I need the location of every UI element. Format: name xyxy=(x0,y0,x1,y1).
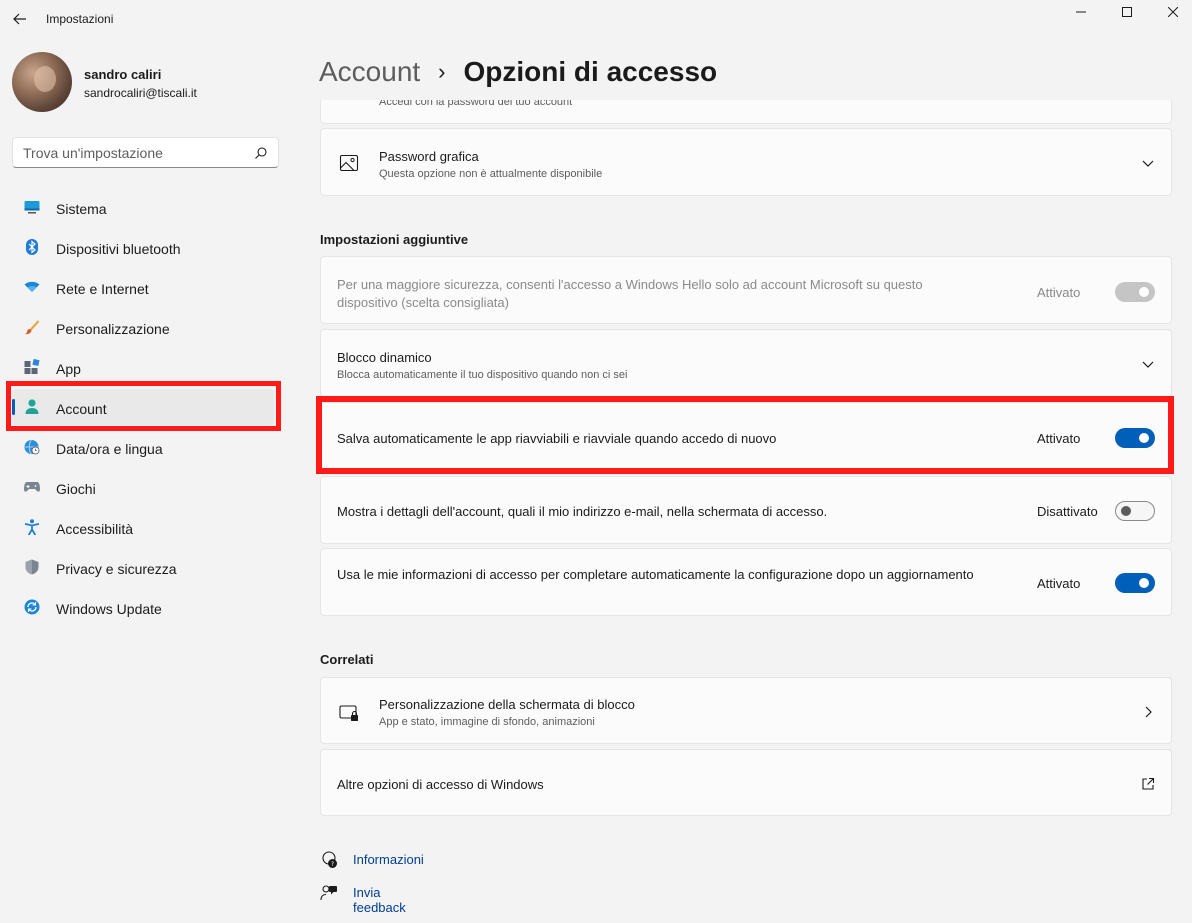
use-signin-info-state: Attivato xyxy=(1037,576,1081,591)
avatar[interactable] xyxy=(12,52,72,112)
shield-icon xyxy=(24,559,40,575)
section-heading-related: Correlati xyxy=(320,652,374,667)
sidebar-item-privacy[interactable]: Privacy e sicurezza xyxy=(12,549,274,585)
section-heading-additional: Impostazioni aggiuntive xyxy=(320,232,469,247)
sidebar-item-label: Rete e Internet xyxy=(56,281,149,297)
password-card-desc: Accedi con la password del tuo account xyxy=(379,100,573,108)
sidebar-item-label: Dispositivi bluetooth xyxy=(56,241,181,257)
account-details-toggle[interactable] xyxy=(1115,501,1155,521)
sidebar-item-accessibilita[interactable]: Accessibilità xyxy=(12,509,274,545)
sidebar-item-personalizzazione[interactable]: Personalizzazione xyxy=(12,309,274,345)
sidebar-item-label: Privacy e sicurezza xyxy=(56,561,177,577)
breadcrumb-separator: › xyxy=(438,59,446,84)
hello-only-state: Attivato xyxy=(1037,285,1081,300)
toggle-knob xyxy=(1139,578,1149,588)
toggle-knob xyxy=(1139,287,1149,297)
account-details-title: Mostra i dettagli dell'account, quali il… xyxy=(337,504,828,519)
use-signin-info-card[interactable]: Usa le mie informazioni di accesso per c… xyxy=(320,548,1172,616)
chevron-down-icon[interactable] xyxy=(1141,156,1155,170)
sidebar-item-label: Windows Update xyxy=(56,601,162,617)
user-email: sandrocaliri@tiscali.it xyxy=(84,86,197,100)
sidebar-item-label: App xyxy=(56,361,81,377)
help-link-label[interactable]: Informazioni xyxy=(353,852,424,867)
user-name: sandro caliri xyxy=(84,67,162,82)
back-arrow-icon xyxy=(13,13,26,25)
search-box[interactable] xyxy=(12,137,279,168)
sidebar-item-rete[interactable]: Rete e Internet xyxy=(12,269,274,305)
picture-password-title: Password grafica xyxy=(379,149,479,164)
wifi-icon xyxy=(24,279,40,295)
sidebar-item-label: Data/ora e lingua xyxy=(56,441,163,457)
sidebar-item-sistema[interactable]: Sistema xyxy=(12,189,274,225)
title-bar: Impostazioni xyxy=(0,0,1192,38)
sidebar-item-label: Personalizzazione xyxy=(56,321,170,337)
lock-screen-card[interactable]: Personalizzazione della schermata di blo… xyxy=(320,677,1172,744)
sidebar-item-app[interactable]: App xyxy=(12,349,274,385)
account-highlight-box xyxy=(6,381,281,431)
apps-icon xyxy=(24,359,40,375)
svg-text:?: ? xyxy=(331,861,334,868)
picture-icon xyxy=(339,154,359,172)
lock-screen-title: Personalizzazione della schermata di blo… xyxy=(379,697,635,712)
account-details-state: Disattivato xyxy=(1037,504,1098,519)
lock-screen-icon xyxy=(339,705,358,721)
sidebar-item-giochi[interactable]: Giochi xyxy=(12,469,274,505)
restart-apps-highlight-box xyxy=(316,396,1174,474)
bluetooth-icon xyxy=(24,239,40,255)
lock-screen-desc: App e stato, immagine di sfondo, animazi… xyxy=(379,716,595,728)
sidebar-item-bluetooth[interactable]: Dispositivi bluetooth xyxy=(12,229,274,265)
breadcrumb: Account › Opzioni di accesso xyxy=(319,52,717,92)
maximize-button[interactable] xyxy=(1104,0,1150,24)
accessibility-icon xyxy=(24,519,40,535)
brush-icon xyxy=(24,319,40,335)
maximize-icon xyxy=(1122,7,1132,17)
use-signin-info-title: Usa le mie informazioni di accesso per c… xyxy=(337,567,974,582)
picture-password-desc: Questa opzione non è attualmente disponi… xyxy=(379,168,603,180)
monitor-icon xyxy=(24,199,40,215)
close-icon xyxy=(1168,7,1178,17)
search-icon[interactable] xyxy=(254,146,268,160)
dynamic-lock-card[interactable]: Blocco dinamico Blocca automaticamente i… xyxy=(320,329,1172,397)
help-icon: ? xyxy=(322,851,337,868)
hello-only-toggle xyxy=(1115,282,1155,302)
minimize-button[interactable] xyxy=(1058,0,1104,24)
dynamic-lock-desc: Blocca automaticamente il tuo dispositiv… xyxy=(337,369,628,381)
sidebar-item-data-ora[interactable]: Data/ora e lingua xyxy=(12,429,274,465)
gamepad-icon xyxy=(24,479,40,495)
more-signin-options-title: Altre opzioni di accesso di Windows xyxy=(337,777,544,792)
page-title: Opzioni di accesso xyxy=(463,56,718,87)
external-link-icon[interactable] xyxy=(1141,777,1155,791)
update-icon xyxy=(24,599,40,615)
feedback-icon xyxy=(320,885,337,901)
sidebar-item-label: Accessibilità xyxy=(56,521,134,537)
hello-only-title: Per una maggiore sicurezza, consenti l'a… xyxy=(337,277,923,310)
close-button[interactable] xyxy=(1150,0,1192,24)
picture-password-card[interactable]: Password grafica Questa opzione non è at… xyxy=(320,128,1172,196)
globe-clock-icon xyxy=(24,439,40,455)
chevron-right-icon[interactable] xyxy=(1141,705,1155,719)
feedback-link-label[interactable]: Invia feedback xyxy=(353,885,406,915)
sidebar-item-windows-update[interactable]: Windows Update xyxy=(12,589,274,625)
minimize-icon xyxy=(1076,11,1086,13)
account-details-card[interactable]: Mostra i dettagli dell'account, quali il… xyxy=(320,476,1172,544)
search-input[interactable] xyxy=(13,138,243,167)
sidebar-item-label: Giochi xyxy=(56,481,96,497)
more-signin-options-card[interactable]: Altre opzioni di accesso di Windows xyxy=(320,749,1172,816)
app-title: Impostazioni xyxy=(46,12,114,26)
main-content[interactable]: Accedi con la password del tuo account P… xyxy=(320,100,1172,923)
sidebar-item-label: Sistema xyxy=(56,201,107,217)
breadcrumb-parent[interactable]: Account xyxy=(319,56,420,88)
dynamic-lock-title: Blocco dinamico xyxy=(337,350,432,365)
back-button[interactable] xyxy=(8,8,32,30)
chevron-down-icon[interactable] xyxy=(1141,357,1155,371)
hello-only-card: Per una maggiore sicurezza, consenti l'a… xyxy=(320,256,1172,324)
toggle-knob xyxy=(1121,506,1131,516)
password-card[interactable]: Accedi con la password del tuo account xyxy=(320,100,1172,124)
use-signin-info-toggle[interactable] xyxy=(1115,573,1155,593)
